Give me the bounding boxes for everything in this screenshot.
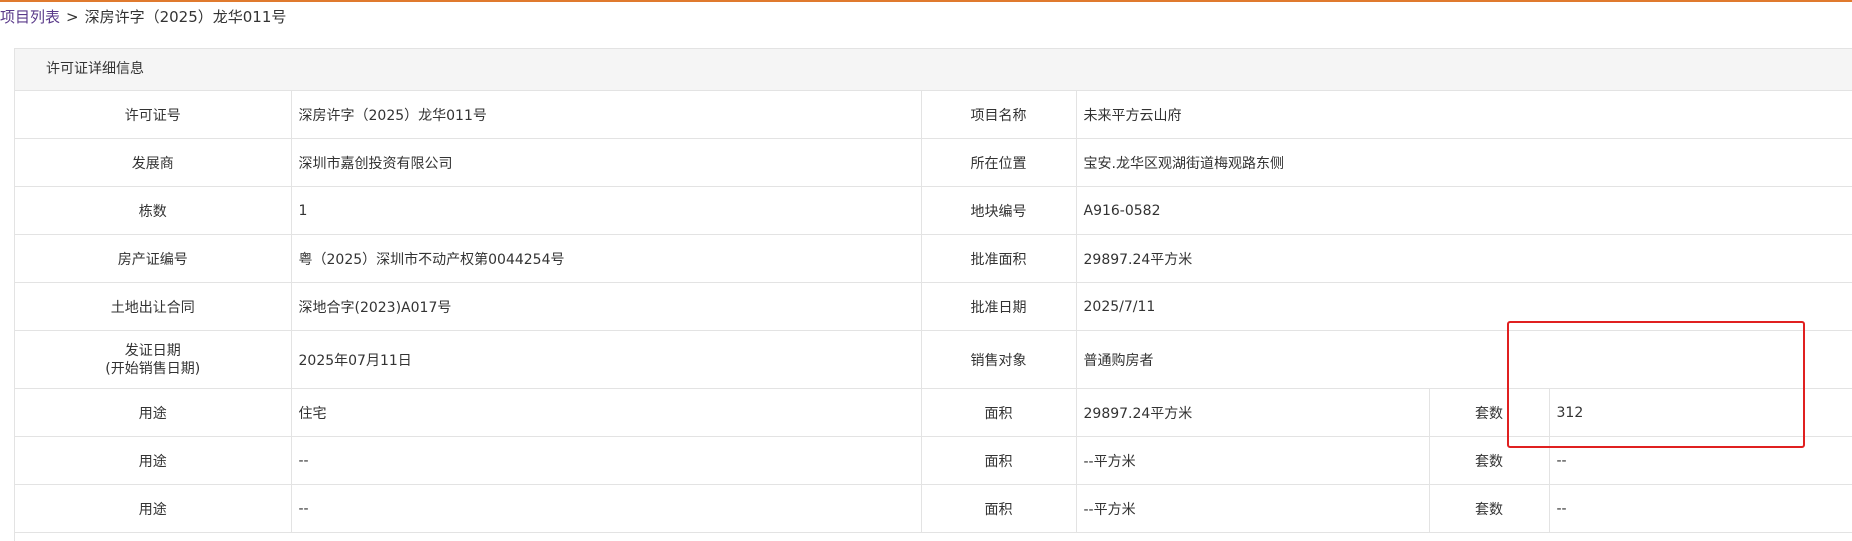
usage-value: -- (291, 436, 922, 485)
buildings-value: 1 (291, 186, 922, 235)
units-value: 312 (1549, 388, 1852, 437)
sales-target-label: 销售对象 (921, 330, 1077, 389)
developer-label: 发展商 (15, 138, 292, 187)
plot-no-label: 地块编号 (921, 186, 1077, 235)
table-row: 栋数 1 地块编号 A916-0582 (15, 186, 1852, 235)
area-label: 面积 (921, 436, 1077, 485)
permit-detail-panel: 许可证详细信息 许可证号 深房许字（2025）龙华011号 项目名称 未来平方云… (14, 48, 1852, 541)
area-label: 面积 (921, 388, 1077, 437)
table-row: 土地出让合同 深地合字(2023)A017号 批准日期 2025/7/11 (15, 282, 1852, 331)
land-contract-label: 土地出让合同 (15, 282, 292, 331)
approval-date-label: 批准日期 (921, 282, 1077, 331)
units-label: 套数 (1429, 436, 1550, 485)
breadcrumb: 项目列表 > 深房许字（2025）龙华011号 (0, 4, 286, 30)
breadcrumb-current: 深房许字（2025）龙华011号 (84, 8, 287, 26)
developer-value: 深圳市嘉创投资有限公司 (291, 138, 922, 187)
land-contract-value: 深地合字(2023)A017号 (291, 282, 922, 331)
area-label: 面积 (921, 484, 1077, 533)
permit-no-value: 深房许字（2025）龙华011号 (291, 91, 922, 139)
area-value: --平方米 (1076, 484, 1430, 533)
sales-target-value: 普通购房者 (1076, 330, 1852, 389)
usage-label: 用途 (15, 436, 292, 485)
table-row: 许可证号 深房许字（2025）龙华011号 项目名称 未来平方云山府 (15, 91, 1852, 139)
panel-title: 许可证详细信息 (15, 49, 1852, 91)
units-label: 套数 (1429, 388, 1550, 437)
location-label: 所在位置 (921, 138, 1077, 187)
usage-value: -- (291, 484, 922, 533)
property-cert-label: 房产证编号 (15, 234, 292, 283)
table-row: 用途 -- 面积 --平方米 套数 -- (15, 436, 1852, 485)
issue-date-label-main: 发证日期 (124, 342, 181, 359)
breadcrumb-separator: > (66, 8, 79, 26)
table-row: 发证日期 (开始销售日期) 2025年07月11日 销售对象 普通购房者 (15, 330, 1852, 389)
breadcrumb-link-project-list[interactable]: 项目列表 (0, 8, 60, 26)
approved-area-label: 批准面积 (921, 234, 1077, 283)
permit-no-label: 许可证号 (15, 91, 292, 139)
issue-date-label-sub: (开始销售日期) (105, 360, 201, 377)
table-row: 房产证编号 粤（2025）深圳市不动产权第0044254号 批准面积 29897… (15, 234, 1852, 283)
property-cert-value: 粤（2025）深圳市不动产权第0044254号 (291, 234, 922, 283)
project-name-label: 项目名称 (921, 91, 1077, 139)
usage-label: 用途 (15, 484, 292, 533)
approved-area-value: 29897.24平方米 (1076, 234, 1852, 283)
location-value: 宝安.龙华区观湖街道梅观路东侧 (1076, 138, 1852, 187)
units-value: -- (1549, 436, 1852, 485)
usage-value: 住宅 (291, 388, 922, 437)
project-name-value: 未来平方云山府 (1076, 91, 1852, 139)
usage-label: 用途 (15, 388, 292, 437)
top-accent-line (0, 0, 1852, 2)
permit-detail-table: 许可证号 深房许字（2025）龙华011号 项目名称 未来平方云山府 发展商 深… (15, 91, 1852, 533)
table-row: 用途 -- 面积 --平方米 套数 -- (15, 484, 1852, 533)
table-row: 用途 住宅 面积 29897.24平方米 套数 312 (15, 388, 1852, 437)
units-label: 套数 (1429, 484, 1550, 533)
plot-no-value: A916-0582 (1076, 186, 1852, 235)
table-row: 发展商 深圳市嘉创投资有限公司 所在位置 宝安.龙华区观湖街道梅观路东侧 (15, 138, 1852, 187)
units-value: -- (1549, 484, 1852, 533)
issue-date-label: 发证日期 (开始销售日期) (15, 330, 292, 389)
area-value: --平方米 (1076, 436, 1430, 485)
buildings-label: 栋数 (15, 186, 292, 235)
approval-date-value: 2025/7/11 (1076, 282, 1852, 331)
area-value: 29897.24平方米 (1076, 388, 1430, 437)
issue-date-value: 2025年07月11日 (291, 330, 922, 389)
